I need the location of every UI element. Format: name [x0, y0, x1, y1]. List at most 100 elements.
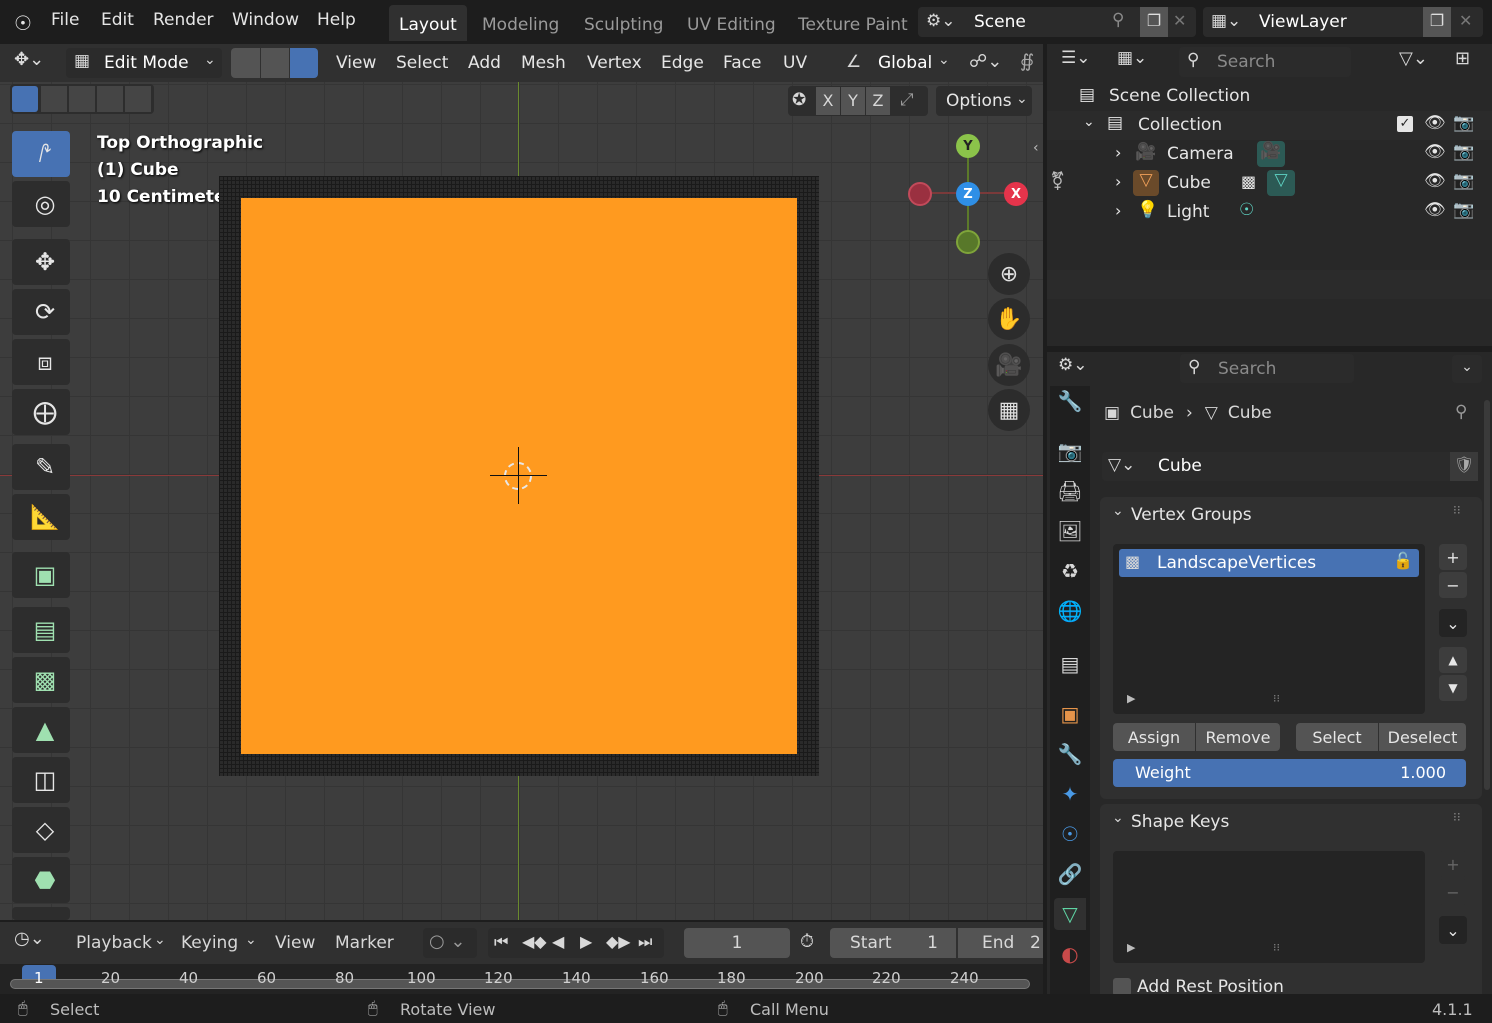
view-layer-tab-icon[interactable]: 🖼: [1054, 515, 1086, 547]
start-frame-field[interactable]: Start 1: [830, 928, 956, 958]
edge-select-icon[interactable]: [261, 48, 289, 78]
tool-extrude[interactable]: ▤: [12, 607, 70, 653]
select-button[interactable]: Select: [1296, 723, 1378, 751]
end-frame-field[interactable]: End 2: [958, 928, 1043, 958]
display-mode-icon[interactable]: ▦⌄: [1117, 48, 1161, 78]
chevron-down-icon[interactable]: ⌄: [1112, 503, 1124, 519]
menu-add[interactable]: Add: [468, 53, 501, 73]
vertex-group-list[interactable]: ▩ LandscapeVertices 🔓 ▶ ⁝⁝: [1113, 544, 1425, 714]
shape-key-list[interactable]: ▶ ⁝⁝: [1113, 851, 1425, 963]
add-vertex-group-button[interactable]: +: [1439, 544, 1467, 570]
mesh-datablock[interactable]: ▽⌄ Cube 🛡: [1102, 452, 1478, 481]
collection-row[interactable]: ⌄ ▤ Collection ✓ 👁 📷: [1047, 111, 1492, 140]
eye-icon[interactable]: 👁: [1424, 171, 1446, 191]
properties-editor-type-icon[interactable]: ⚙⌄: [1058, 355, 1102, 383]
zoom-icon[interactable]: ⊕: [988, 253, 1030, 295]
expand-icon[interactable]: ▶: [1127, 941, 1135, 954]
resize-handle-icon[interactable]: ⁝⁝: [1273, 941, 1280, 954]
tool-add-cube[interactable]: ▣: [12, 552, 70, 598]
topology-mirror-icon[interactable]: ⤢: [900, 90, 914, 110]
chevron-down-icon[interactable]: ⌄: [1083, 114, 1095, 130]
menu-render[interactable]: Render: [153, 10, 214, 30]
specials-menu-button[interactable]: ⌄: [1439, 609, 1467, 637]
menu-edge[interactable]: Edge: [661, 53, 704, 73]
eye-icon[interactable]: 👁: [1424, 200, 1446, 220]
scene-tab-icon[interactable]: ♻: [1054, 555, 1086, 587]
physics-tab-icon[interactable]: ☉: [1054, 818, 1086, 850]
close-icon[interactable]: ✕: [1459, 11, 1472, 30]
tool-poly-build[interactable]: ⬣: [12, 857, 70, 903]
tool-inset[interactable]: ▩: [12, 657, 70, 703]
select-intersect-icon[interactable]: [125, 86, 151, 112]
render-tab-icon[interactable]: 📷: [1054, 435, 1086, 467]
shape-keys-title[interactable]: Shape Keys: [1131, 812, 1229, 832]
outliner-search[interactable]: ⚲ Search: [1179, 47, 1351, 77]
vertex-group-item[interactable]: ▩ LandscapeVertices 🔓: [1119, 549, 1419, 577]
scene-collection-row[interactable]: ▤ Scene Collection: [1047, 82, 1492, 111]
camera-view-icon[interactable]: 🎥: [988, 344, 1030, 386]
editor-type-icon[interactable]: ✥⌄: [14, 49, 56, 77]
tool-loop-cut[interactable]: ◫: [12, 757, 70, 803]
lock-icon[interactable]: 🔓: [1393, 551, 1413, 570]
gizmo-x[interactable]: X: [1004, 182, 1028, 206]
assign-button[interactable]: Assign: [1113, 723, 1195, 751]
menu-vertex[interactable]: Vertex: [587, 53, 642, 73]
outliner-item-camera[interactable]: › 🎥 Camera 🎥 👁 📷: [1047, 140, 1492, 169]
playback-menu[interactable]: Playback ⌄: [66, 928, 166, 958]
properties-search[interactable]: ⚲ Search: [1180, 354, 1354, 383]
drag-handle-icon[interactable]: ⁝⁝: [1453, 503, 1461, 517]
camera-data-icon[interactable]: 🎥: [1257, 141, 1285, 167]
pin-icon[interactable]: ⚲: [1112, 10, 1124, 30]
move-down-button[interactable]: ▼: [1439, 675, 1467, 701]
add-shape-key-button[interactable]: +: [1439, 851, 1467, 877]
outliner-editor-type-icon[interactable]: ☰⌄: [1061, 48, 1105, 78]
tab-sculpting[interactable]: Sculpting: [574, 5, 673, 41]
output-tab-icon[interactable]: 🖨: [1054, 475, 1086, 507]
play-icon[interactable]: ▶: [580, 932, 592, 951]
menu-select[interactable]: Select: [396, 53, 448, 73]
shape-key-specials-button[interactable]: ⌄: [1439, 916, 1467, 944]
mesh-browse-icon[interactable]: ▽⌄: [1108, 455, 1135, 475]
prev-keyframe-icon[interactable]: ◀◆: [522, 932, 547, 951]
menu-edit[interactable]: Edit: [101, 10, 134, 30]
outliner-item-light[interactable]: › 💡 Light ☉ 👁 📷: [1047, 198, 1492, 227]
data-tab-icon[interactable]: ▽: [1054, 898, 1086, 930]
tool-move[interactable]: ✥: [12, 239, 70, 285]
object-tab-icon[interactable]: ▣: [1054, 698, 1086, 730]
3d-viewport[interactable]: ✥⌄ ▦ Edit Mode ⌄ View Select Add Mesh Ve…: [0, 44, 1043, 920]
menu-face[interactable]: Face: [723, 53, 761, 73]
play-reverse-icon[interactable]: ◀: [552, 932, 564, 951]
tool-knife[interactable]: ◇: [12, 807, 70, 853]
tool-annotate[interactable]: ✎: [12, 444, 70, 490]
select-subtract-icon[interactable]: [69, 86, 95, 112]
menu-mesh[interactable]: Mesh: [521, 53, 566, 73]
vertex-groups-icon[interactable]: ▩: [1241, 172, 1256, 191]
gizmo-y[interactable]: Y: [956, 134, 980, 158]
properties-scrollbar[interactable]: [1484, 400, 1490, 790]
mode-selector[interactable]: ▦ Edit Mode ⌄: [66, 48, 222, 78]
new-scene-icon[interactable]: ❐: [1140, 7, 1168, 37]
remove-shape-key-button[interactable]: −: [1439, 879, 1467, 905]
menu-uv[interactable]: UV: [783, 53, 807, 73]
tab-modeling[interactable]: Modeling: [472, 5, 569, 41]
mirror-z-toggle[interactable]: Z: [866, 87, 890, 115]
tool-scale[interactable]: ⧈: [12, 339, 70, 385]
chevron-right-icon[interactable]: ›: [1115, 143, 1121, 162]
mirror-x-toggle[interactable]: X: [816, 87, 840, 115]
current-frame-field[interactable]: 1: [684, 928, 790, 958]
menu-file[interactable]: File: [51, 10, 79, 30]
select-extend-icon[interactable]: [41, 86, 67, 112]
constraints-tab-icon[interactable]: 🔗: [1054, 858, 1086, 890]
gizmo-neg-y[interactable]: [956, 230, 980, 254]
weight-slider[interactable]: Weight 1.000: [1113, 759, 1466, 787]
options-dropdown[interactable]: Options ⌄: [936, 86, 1032, 116]
chevron-right-icon[interactable]: ›: [1115, 172, 1121, 191]
select-new-icon[interactable]: [12, 86, 38, 112]
material-tab-icon[interactable]: ◐: [1054, 938, 1086, 970]
tool-transform[interactable]: ⨁: [12, 389, 70, 435]
chevron-right-icon[interactable]: ›: [1115, 201, 1121, 220]
outliner-item-cube[interactable]: › ▽ Cube ▩ ▽ 👁 📷: [1047, 169, 1492, 198]
chevron-down-icon[interactable]: ⌄: [1452, 355, 1482, 383]
vertex-select-icon[interactable]: [231, 48, 260, 78]
timeline-marker-menu[interactable]: Marker: [335, 933, 394, 953]
